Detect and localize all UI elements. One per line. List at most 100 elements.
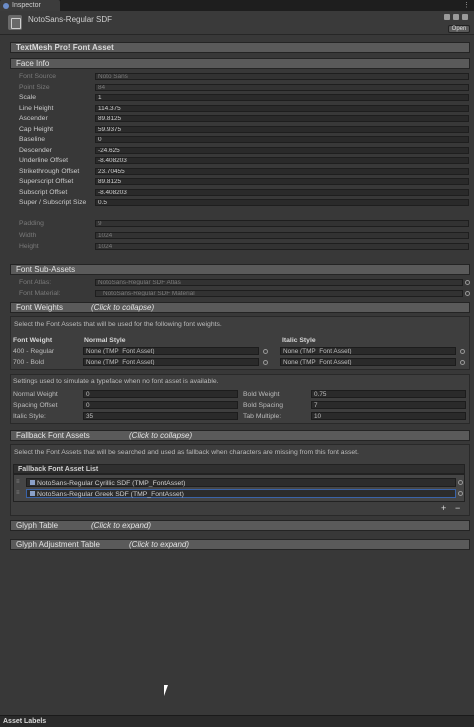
italic-style-field[interactable]: 35: [83, 412, 238, 420]
font-atlas-label: Font Atlas:: [19, 279, 52, 286]
face-info-label-row: Font Source: [19, 73, 57, 80]
bold-spacing-field[interactable]: 7: [311, 401, 466, 409]
glyph-adjustment-hint: (Click to expand): [129, 540, 190, 549]
face-info-value-field[interactable]: -24.625: [95, 146, 469, 154]
asset-header: NotoSans-Regular SDF Open: [0, 11, 474, 35]
atlas-info-label: Height: [19, 243, 39, 250]
font-asset-icon: [8, 15, 22, 30]
fallback-item-greek-label: NotoSans-Regular Greek SDF (TMP_FontAsse…: [37, 491, 184, 498]
face-info-value-field[interactable]: 114.375: [95, 104, 469, 112]
fallback-list-header: Fallback Font Asset List: [13, 464, 465, 474]
open-button[interactable]: Open: [448, 25, 470, 33]
font-weights-label: Font Weights: [16, 303, 63, 312]
fallback-hint: (Click to collapse): [129, 431, 193, 440]
font-asset-small-icon: [30, 480, 35, 485]
atlas-info-value: 9: [95, 220, 469, 227]
glyph-table-label: Glyph Table: [16, 521, 59, 530]
font-atlas-picker-icon[interactable]: [465, 280, 470, 285]
settings-icon[interactable]: [462, 14, 468, 20]
fallback-item-greek[interactable]: NotoSans-Regular Greek SDF (TMP_FontAsse…: [26, 489, 456, 498]
fallback-item-cyrillic-picker-icon[interactable]: [458, 480, 463, 485]
font-atlas-field[interactable]: NotoSans-Regular SDF Atlas: [95, 279, 463, 286]
face-info-label-row: Point Size: [19, 83, 50, 91]
font-material-label: Font Material:: [19, 290, 61, 297]
face-info-label-row: Line Height: [19, 104, 54, 112]
fallback-item-cyrillic-label: NotoSans-Regular Cyrillic SDF (TMP_FontA…: [37, 480, 186, 487]
weight-400-normal-picker-icon[interactable]: [263, 349, 268, 354]
face-info-label-row: Baseline: [19, 136, 46, 143]
font-material-field[interactable]: NotoSans-Regular SDF Material: [95, 290, 463, 297]
face-info-label-row: Scale: [19, 94, 37, 101]
bold-spacing-label: Bold Spacing: [243, 402, 284, 409]
face-info-value-field: Noto Sans: [95, 73, 469, 80]
weight-700-normal-picker-icon[interactable]: [263, 360, 268, 365]
weight-700-normal-field[interactable]: None (TMP_Font Asset): [83, 358, 259, 366]
tab-bar: Inspector ⋮: [0, 0, 474, 11]
fallback-item-greek-picker-icon[interactable]: [458, 491, 463, 496]
fallback-label: Fallback Font Assets: [16, 431, 90, 440]
face-info-value-field[interactable]: 89.8125: [95, 178, 469, 185]
col-font-weight: Font Weight: [13, 337, 53, 344]
drag-handle-icon[interactable]: ≡: [16, 489, 24, 497]
face-info-value-field[interactable]: 0.5: [95, 199, 469, 206]
glyph-table-header[interactable]: Glyph Table (Click to expand): [10, 520, 470, 531]
face-info-header[interactable]: Face Info: [10, 58, 470, 69]
face-info-value-field[interactable]: -8.408203: [95, 188, 469, 196]
face-info-label: Face Info: [16, 59, 50, 68]
font-sub-assets-header[interactable]: Font Sub-Assets: [10, 264, 470, 275]
font-weights-description: Select the Font Assets that will be used…: [14, 321, 222, 328]
help-icon[interactable]: [444, 14, 450, 20]
face-info-value-field[interactable]: -8.408203: [95, 157, 469, 164]
face-info-label-row: Underline Offset: [19, 157, 68, 164]
weight-700-label: 700 - Bold: [13, 359, 44, 366]
weight-700-italic-field[interactable]: None (TMP_Font Asset): [280, 358, 456, 366]
glyph-adjustment-header[interactable]: Glyph Adjustment Table (Click to expand): [10, 539, 470, 550]
normal-weight-field[interactable]: 0: [83, 390, 238, 398]
font-sub-assets-label: Font Sub-Assets: [16, 265, 76, 274]
atlas-info-value: 1024: [95, 231, 469, 239]
preset-icon[interactable]: [453, 14, 459, 20]
face-info-label-row: Cap Height: [19, 125, 54, 133]
face-info-label-row: Super / Subscript Size: [19, 199, 87, 206]
asset-title: NotoSans-Regular SDF: [28, 15, 113, 24]
glyph-adjustment-label: Glyph Adjustment Table: [16, 540, 100, 549]
tab-inspector[interactable]: Inspector: [0, 0, 60, 11]
col-italic-style: Italic Style: [282, 337, 316, 344]
info-icon: [3, 2, 9, 9]
fallback-description: Select the Font Assets that will be sear…: [14, 449, 359, 456]
face-info-value-field[interactable]: 59.9375: [95, 125, 469, 133]
glyph-table-hint: (Click to expand): [91, 521, 152, 530]
weight-400-normal-field[interactable]: None (TMP_Font Asset): [83, 347, 259, 355]
spacing-offset-field[interactable]: 0: [83, 401, 238, 409]
tab-menu-icon[interactable]: ⋮: [463, 1, 470, 9]
col-normal-style: Normal Style: [84, 337, 126, 344]
weight-700-italic-picker-icon[interactable]: [460, 360, 465, 365]
atlas-info-value: 1024: [95, 243, 469, 250]
add-fallback-button[interactable]: +: [441, 503, 446, 513]
bold-weight-label: Bold Weight: [243, 391, 280, 398]
spacing-offset-label: Spacing Offset: [13, 402, 58, 409]
normal-weight-label: Normal Weight: [13, 391, 58, 398]
tab-multiple-field[interactable]: 10: [311, 412, 466, 420]
main-section-title: TextMesh Pro! Font Asset: [10, 42, 470, 53]
mouse-cursor-icon: [164, 685, 172, 696]
face-info-value-field[interactable]: 89.8125: [95, 115, 469, 122]
fallback-header[interactable]: Fallback Font Assets (Click to collapse): [10, 430, 470, 441]
fallback-item-cyrillic[interactable]: NotoSans-Regular Cyrillic SDF (TMP_FontA…: [26, 478, 456, 487]
face-info-value-field: 84: [95, 83, 469, 91]
font-material-picker-icon[interactable]: [465, 291, 470, 296]
weight-400-italic-field[interactable]: None (TMP_Font Asset): [280, 347, 456, 355]
inspector-window: Inspector ⋮ NotoSans-Regular SDF Open Te…: [0, 0, 474, 727]
face-info-label-row: Ascender: [19, 115, 48, 122]
tab-multiple-label: Tab Multiple:: [243, 413, 282, 420]
face-info-value-field[interactable]: 23.70455: [95, 167, 469, 175]
face-info-label-row: Subscript Offset: [19, 188, 68, 196]
drag-handle-icon[interactable]: ≡: [16, 478, 24, 486]
remove-fallback-button[interactable]: −: [455, 503, 460, 513]
weight-400-italic-picker-icon[interactable]: [460, 349, 465, 354]
font-weights-header[interactable]: Font Weights (Click to collapse): [10, 302, 470, 313]
bold-weight-field[interactable]: 0.75: [311, 390, 466, 398]
face-info-value-field[interactable]: 0: [95, 136, 469, 143]
asset-labels-bar[interactable]: Asset Labels: [0, 715, 474, 727]
face-info-value-field[interactable]: 1: [95, 94, 469, 101]
